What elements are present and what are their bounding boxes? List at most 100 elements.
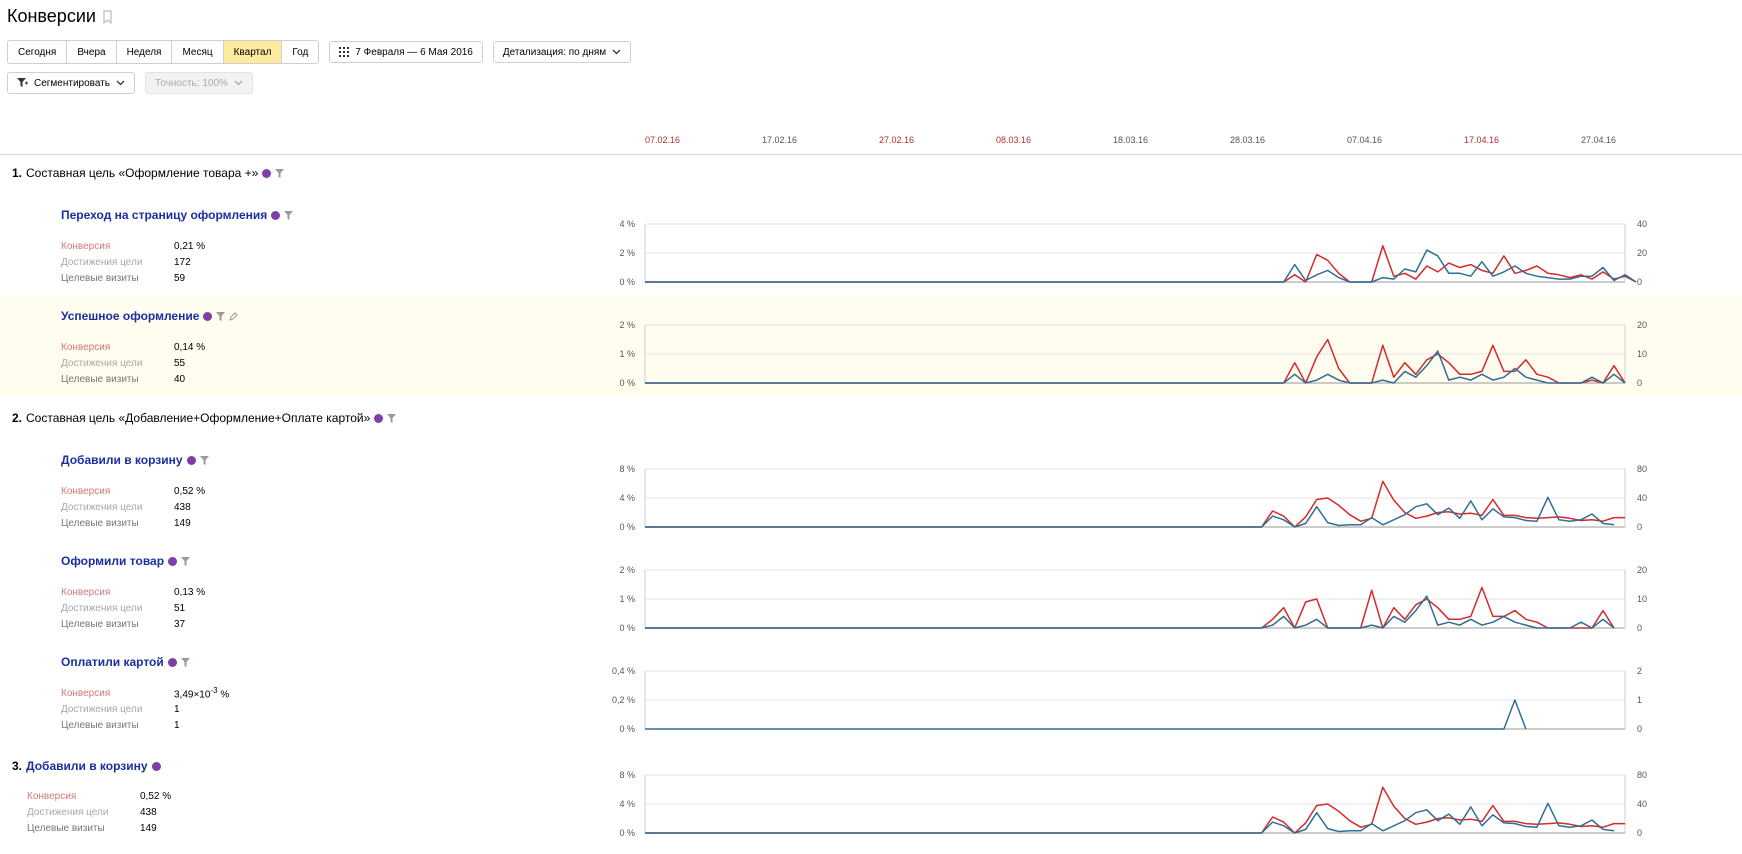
achievements-label: Достижения цели — [61, 703, 143, 715]
y-tick-right: 0 — [1637, 724, 1642, 734]
date-range-button[interactable]: 7 Февраля — 6 Мая 2016 — [329, 41, 483, 63]
series-line-primary — [645, 586, 1615, 629]
y-tick-right: 0 — [1637, 828, 1642, 838]
date-range-label: 7 Февраля — 6 Мая 2016 — [355, 46, 473, 58]
goal-title-text[interactable]: Успешное оформление — [61, 309, 199, 323]
conversion-label: Конверсия — [61, 240, 111, 252]
visits-label: Целевые визиты — [61, 272, 139, 284]
filter-icon[interactable] — [275, 168, 285, 178]
goal-chart: 0,4 % 2 0,2 % 1 0 % 0 — [612, 666, 1642, 734]
y-tick-right: 10 — [1637, 594, 1647, 604]
series-line-primary — [645, 245, 1637, 283]
y-tick-left: 0 % — [619, 724, 635, 734]
y-tick-left: 2 % — [619, 565, 635, 575]
date-tick: 28.03.16 — [1230, 135, 1266, 145]
period-today-button[interactable]: Сегодня — [8, 41, 68, 63]
y-tick-left: 0 % — [619, 378, 635, 388]
filter-icon[interactable] — [180, 657, 190, 667]
period-buttons: Сегодня Вчера Неделя Месяц Квартал Год — [7, 40, 320, 64]
visits-value: 149 — [174, 517, 191, 529]
series-line-secondary — [645, 802, 1615, 834]
goal-type-icon — [167, 657, 177, 667]
edit-icon[interactable] — [229, 311, 239, 321]
period-week-button[interactable]: Неделя — [116, 41, 173, 63]
goal-title-text[interactable]: Переход на страницу оформления — [61, 208, 267, 222]
goal-type-icon — [262, 168, 272, 178]
goal-chart: 4 % 40 2 % 20 0 % 0 — [619, 219, 1647, 287]
achievements-label: Достижения цели — [61, 357, 143, 369]
goal-title-text[interactable]: Добавили в корзину — [61, 453, 183, 467]
conversion-value: 0,14 % — [174, 341, 206, 353]
visits-label: Целевые визиты — [61, 618, 139, 630]
y-tick-left: 4 % — [619, 799, 635, 809]
filter-icon[interactable] — [181, 556, 191, 566]
conversion-label: Конверсия — [61, 341, 111, 353]
y-tick-right: 0 — [1637, 623, 1642, 633]
y-tick-right: 20 — [1637, 565, 1647, 575]
visits-value: 149 — [140, 822, 157, 834]
goal-title-text[interactable]: Оформили товар — [61, 554, 164, 568]
conversion-value: 0,13 % — [174, 586, 206, 598]
goal-group-header: 1. Составная цель «Оформление товара +» — [12, 166, 285, 180]
accuracy-dropdown[interactable]: Точность: 100% — [145, 72, 253, 94]
achievements-value: 55 — [174, 357, 186, 369]
y-tick-right: 20 — [1637, 320, 1647, 330]
period-yesterday-button[interactable]: Вчера — [67, 41, 117, 63]
period-quarter-button[interactable]: Квартал — [223, 41, 283, 63]
segment-label: Сегментировать — [34, 77, 111, 89]
y-tick-right: 80 — [1637, 464, 1647, 474]
y-tick-right: 1 — [1637, 695, 1642, 705]
visits-label: Целевые визиты — [61, 373, 139, 385]
chevron-down-icon — [234, 80, 243, 86]
y-tick-left: 1 % — [619, 349, 635, 359]
goal-type-icon — [271, 210, 281, 220]
bookmark-icon[interactable] — [102, 9, 113, 24]
period-month-button[interactable]: Месяц — [172, 41, 224, 63]
y-tick-right: 40 — [1637, 219, 1647, 229]
conversion-label: Конверсия — [61, 687, 111, 699]
segment-dropdown[interactable]: Сегментировать — [7, 72, 136, 94]
detail-label: Детализация: по дням — [502, 46, 607, 58]
chevron-down-icon — [612, 49, 621, 55]
filter-icon[interactable] — [387, 413, 397, 423]
series-line-primary — [645, 480, 1625, 528]
date-axis: 07.02.16 17.02.16 27.02.16 08.03.16 18.03.16… — [0, 120, 1742, 155]
achievements-label: Достижения цели — [61, 602, 143, 614]
goal-title[interactable]: Переход на страницу оформления — [61, 208, 294, 222]
y-tick-left: 2 % — [619, 248, 635, 258]
date-tick: 27.04.16 — [1581, 135, 1617, 145]
visits-value: 1 — [174, 719, 180, 731]
goal-type-icon — [168, 556, 178, 566]
page-title: Конверсии — [7, 6, 113, 27]
goal-metrics: Конверсия 0,21 % Достижения цели 172 Целев… — [61, 238, 205, 286]
y-tick-left: 0 % — [619, 828, 635, 838]
y-tick-left: 4 % — [619, 219, 635, 229]
y-tick-left: 2 % — [619, 320, 635, 330]
goal-title[interactable]: Оформили товар — [61, 554, 191, 568]
filter-icon[interactable] — [284, 210, 294, 220]
y-tick-right: 2 — [1637, 666, 1642, 676]
detail-dropdown[interactable]: Детализация: по дням — [492, 41, 632, 63]
goal-metrics: Конверсия 0,13 % Достижения цели 51 Целевы… — [61, 584, 205, 632]
group-number: 1. — [12, 166, 23, 180]
filter-icon[interactable] — [199, 455, 209, 465]
achievements-value: 438 — [140, 806, 157, 818]
goal-title[interactable]: Добавили в корзину — [61, 453, 209, 467]
goal-title-text[interactable]: Оплатили картой — [61, 655, 164, 669]
y-tick-right: 0 — [1637, 277, 1642, 287]
y-tick-left: 0 % — [619, 277, 635, 287]
group-title[interactable]: Добавили в корзину — [26, 759, 148, 773]
y-tick-right: 80 — [1637, 770, 1647, 780]
period-toolbar: Сегодня Вчера Неделя Месяц Квартал Год 7… — [7, 40, 632, 64]
conversion-exponent: -3 — [210, 685, 218, 695]
goal-title[interactable]: Успешное оформление — [61, 309, 239, 323]
conversion-label: Конверсия — [61, 586, 111, 598]
date-tick: 27.02.16 — [879, 135, 915, 145]
calendar-icon — [339, 47, 350, 57]
filter-icon[interactable] — [216, 311, 226, 321]
goal-title[interactable]: Оплатили картой — [61, 655, 190, 669]
accuracy-label: Точность: 100% — [155, 77, 228, 89]
conversion-base: 3,49×10 — [174, 689, 211, 701]
period-year-button[interactable]: Год — [282, 41, 319, 63]
goal-chart: 8 % 80 4 % 40 0 % 0 — [619, 464, 1647, 532]
